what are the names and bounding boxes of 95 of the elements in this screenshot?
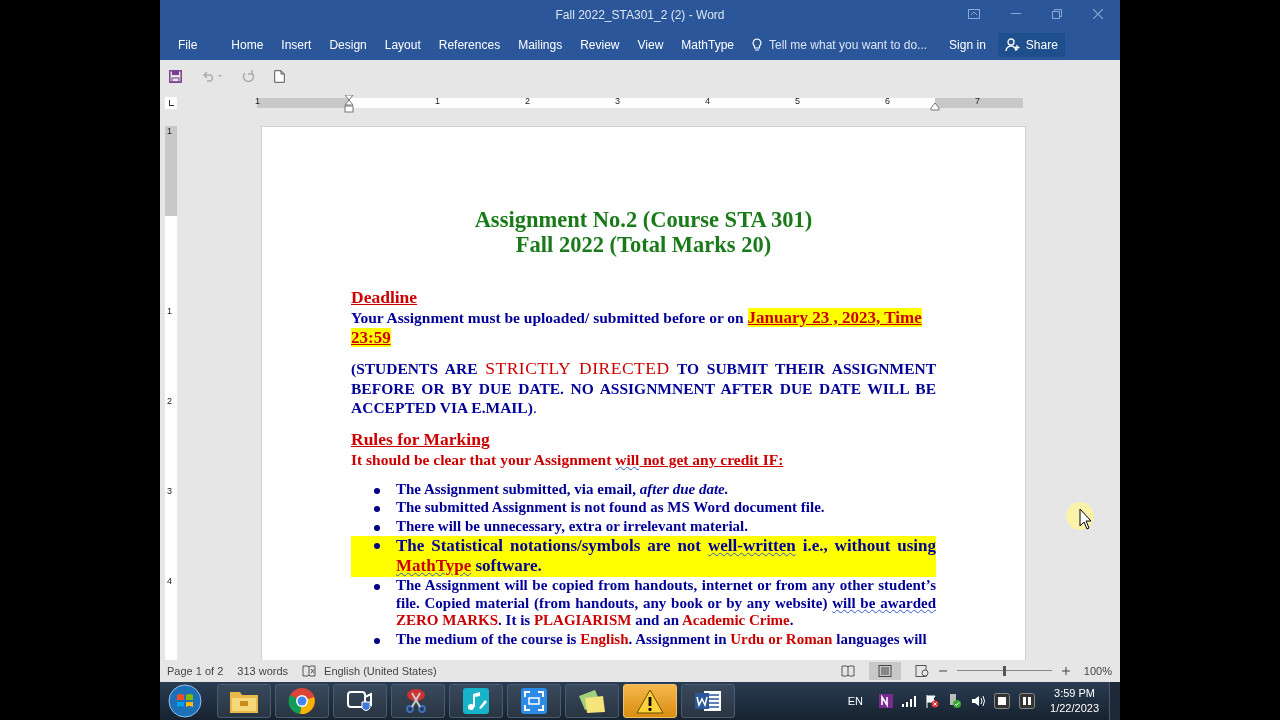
zoom-slider[interactable] bbox=[956, 664, 1052, 678]
zoom-in-icon[interactable] bbox=[1061, 667, 1070, 675]
ruler-number: 4 bbox=[167, 576, 172, 586]
ruler-number: 4 bbox=[705, 96, 710, 106]
taskbar-app[interactable] bbox=[275, 684, 329, 718]
clock-date[interactable]: 1/22/2023 bbox=[1050, 701, 1099, 716]
new-document-icon[interactable] bbox=[274, 69, 285, 83]
bullet-icon bbox=[374, 543, 380, 549]
ribbon-tab[interactable]: Home bbox=[223, 32, 272, 58]
web-layout-icon[interactable] bbox=[914, 665, 929, 677]
volume-icon[interactable] bbox=[971, 695, 986, 707]
page-icon bbox=[877, 665, 892, 677]
taskbar-app[interactable] bbox=[333, 684, 387, 718]
ruler-number: 6 bbox=[885, 96, 890, 106]
paragraph: It should be clear that your Assignment will not get any credit IF: bbox=[351, 449, 785, 470]
ruler-number: 7 bbox=[975, 96, 980, 106]
list-item: The medium of the course is English. Assignment in Urdu or Roman languages will bbox=[396, 630, 928, 648]
ribbon-tab[interactable]: Review bbox=[572, 32, 628, 58]
proofing-icon[interactable] bbox=[302, 665, 317, 677]
taskbar-app[interactable] bbox=[391, 684, 445, 718]
word-count[interactable]: 313 words bbox=[237, 665, 289, 677]
ruler-number: 2 bbox=[525, 96, 530, 106]
list-item: The Assignment submitted, via email, after due date. bbox=[396, 480, 730, 498]
lightbulb-icon bbox=[752, 38, 762, 52]
list-item: The Assignment will be copied from handouts, internet or from any other student’s file. Copied material (from handouts, any book or by any website) will be awarded ZERO MARKS. It is PLAGIARISM and an Academic Crime. bbox=[396, 577, 936, 630]
input-language[interactable]: EN bbox=[847, 695, 864, 707]
stop-icon[interactable] bbox=[994, 693, 1011, 709]
taskbar-app[interactable] bbox=[681, 684, 735, 718]
word-app-icon bbox=[694, 688, 722, 714]
sticky-notes-icon bbox=[577, 688, 607, 714]
indent-marker[interactable] bbox=[930, 103, 940, 111]
ruler-number: 1 bbox=[167, 306, 172, 316]
ruler-number: 3 bbox=[615, 96, 620, 106]
paragraph: (STUDENTS ARE STRICTLY DIRECTED TO SUBMIT THEIR ASSIGNMENT BEFORE OR BY DUE DATE. NO ASSIGNMNENT AFTER DUE DATE WILL BE ACCEPTED VIA E.MAIL). bbox=[351, 359, 936, 418]
notebook-icon[interactable] bbox=[879, 694, 894, 708]
screen-capture-icon bbox=[520, 687, 548, 715]
share-button[interactable]: Share bbox=[997, 33, 1065, 57]
taskbar-app[interactable] bbox=[217, 684, 271, 718]
list-item: There will be unnecessary, extra or irrelevant material. bbox=[396, 517, 749, 535]
indent-marker[interactable] bbox=[344, 95, 354, 113]
ribbon-tab[interactable]: View bbox=[629, 32, 672, 58]
ribbon-tab[interactable]: Layout bbox=[376, 32, 429, 58]
bullet-icon bbox=[374, 637, 380, 644]
read-mode-icon[interactable] bbox=[840, 665, 855, 677]
bullet-icon bbox=[374, 487, 380, 494]
window-title: Fall 2022_STA301_2 (2) - Word bbox=[555, 8, 725, 22]
list-item: The submitted Assignment is not found as MS Word document file. bbox=[396, 499, 826, 517]
zoom-level[interactable]: 100% bbox=[1083, 665, 1112, 677]
flag-icon[interactable] bbox=[925, 694, 940, 708]
pause-icon[interactable] bbox=[1019, 693, 1036, 709]
zoom-slider-thumb[interactable] bbox=[1003, 666, 1007, 676]
document-title: Assignment No.2 (Course STA 301) bbox=[474, 207, 813, 232]
person-add-icon bbox=[1004, 38, 1021, 52]
paragraph: Your Assignment must be uploaded/ submitted before or on January 23 , 2023, Time 23:59 bbox=[351, 308, 923, 348]
list-item: The Statistical notations/symbols are not well-written i.e., without using MathType software. bbox=[396, 536, 936, 576]
taskbar-app[interactable] bbox=[507, 684, 561, 718]
power-icon[interactable] bbox=[948, 693, 963, 709]
bullet-icon bbox=[374, 506, 380, 512]
ruler-number: 1 bbox=[255, 96, 260, 106]
document-title: Fall 2022 (Total Marks 20) bbox=[515, 232, 772, 257]
warning-icon bbox=[636, 688, 664, 714]
ribbon-display-icon[interactable] bbox=[968, 9, 980, 19]
ribbon-tab[interactable]: Design bbox=[321, 32, 375, 58]
tell-me-field[interactable]: Tell me what you want to do... bbox=[752, 38, 928, 52]
section-heading: Deadline bbox=[351, 287, 418, 307]
taskbar-app[interactable] bbox=[565, 684, 619, 718]
language-status[interactable]: English (United States) bbox=[324, 665, 437, 677]
minimize-icon[interactable] bbox=[1011, 13, 1021, 15]
start-button[interactable] bbox=[168, 684, 202, 718]
restore-icon[interactable] bbox=[1052, 9, 1062, 19]
ruler-number: 1 bbox=[167, 126, 172, 136]
taskbar-app[interactable] bbox=[449, 684, 503, 718]
music-note-icon bbox=[462, 687, 490, 715]
ribbon-tab[interactable]: File bbox=[170, 32, 206, 58]
ruler-number: 2 bbox=[167, 396, 172, 406]
page-count[interactable]: Page 1 of 2 bbox=[167, 665, 224, 677]
clock-time[interactable]: 3:59 PM bbox=[1054, 686, 1095, 701]
print-layout-button[interactable] bbox=[868, 662, 901, 680]
ruler-number: 1 bbox=[435, 96, 440, 106]
bullet-icon bbox=[374, 524, 380, 531]
tab-selector[interactable] bbox=[165, 97, 177, 109]
signal-icon[interactable] bbox=[902, 695, 917, 707]
ruler-number: 3 bbox=[167, 486, 172, 496]
section-heading: Rules for Marking bbox=[351, 428, 490, 449]
bullet-icon bbox=[374, 584, 380, 590]
ribbon-tab[interactable]: References bbox=[430, 32, 509, 58]
ribbon-tab[interactable]: MathType bbox=[673, 32, 742, 58]
close-icon[interactable] bbox=[1093, 9, 1103, 19]
camera-icon bbox=[346, 688, 374, 714]
ribbon-tab[interactable]: Insert bbox=[273, 32, 320, 58]
ruler-number: 5 bbox=[795, 96, 800, 106]
sign-in-link[interactable]: Sign in bbox=[949, 38, 986, 52]
save-icon[interactable] bbox=[169, 69, 182, 83]
ribbon-tab[interactable]: Mailings bbox=[510, 32, 571, 58]
browser-icon bbox=[288, 687, 316, 715]
